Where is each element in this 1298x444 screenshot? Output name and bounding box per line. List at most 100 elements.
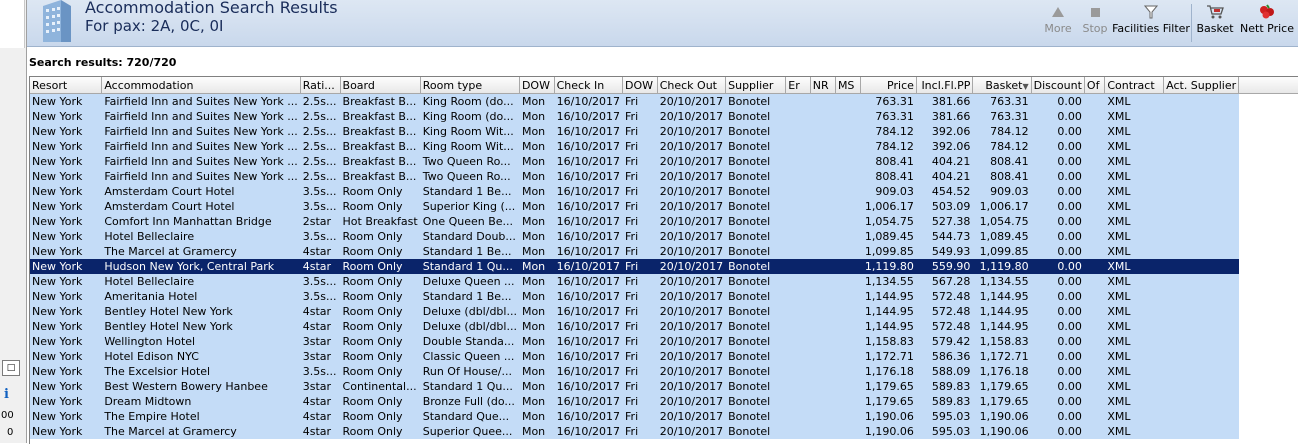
cell-dow-in: Mon — [519, 199, 555, 214]
column-header-room-type[interactable]: Room type — [420, 77, 520, 94]
cell-discount: 0.00 — [1031, 244, 1085, 259]
cell-resort: New York — [30, 154, 103, 169]
column-header-rating[interactable]: Rati... — [300, 77, 341, 94]
page-title: Accommodation Search Results — [85, 0, 338, 17]
cell-act-supplier — [1163, 364, 1240, 379]
table-row[interactable]: New York The Marcel at Gramercy 4star Room … — [30, 424, 1298, 439]
cell-rating: 2.5s... — [300, 154, 341, 169]
cell-price: 763.31 — [860, 93, 917, 109]
table-row[interactable]: New York Fairfield Inn and Suites New Yor… — [30, 154, 1298, 169]
table-row[interactable]: New York Amsterdam Court Hotel 3.5s... Room… — [30, 199, 1298, 214]
toolbar-divider — [1191, 4, 1192, 42]
table-row[interactable]: New York Bentley Hotel New York 4star Room … — [30, 319, 1298, 334]
column-header-basket[interactable]: Basket▼ — [972, 77, 1032, 94]
left-value-2: 0 — [7, 427, 14, 438]
table-row[interactable]: New York The Empire Hotel 4star Room Only St… — [30, 409, 1298, 424]
basket-button[interactable]: Basket — [1194, 0, 1236, 46]
table-row-selected[interactable]: New York Hudson New York, Central Park 4st… — [30, 259, 1298, 274]
cell-price: 1,119.80 — [860, 259, 917, 274]
column-header-ms[interactable]: MS — [835, 77, 862, 94]
column-header-act-supplier[interactable]: Act. Supplier — [1163, 77, 1240, 94]
cell-supplier: Bonotel — [725, 139, 787, 154]
column-header-price[interactable]: Price — [860, 77, 917, 94]
table-row[interactable]: New York Comfort Inn Manhattan Bridge 2sta… — [30, 214, 1298, 229]
column-header-accommodation[interactable]: Accommodation — [101, 77, 301, 94]
cell-dow-out: Fri — [622, 319, 658, 334]
table-row[interactable]: New York Bentley Hotel New York 4star Room … — [30, 304, 1298, 319]
cell-incl-fl-pp: 595.03 — [916, 424, 974, 439]
column-header-dow-out[interactable]: DOW — [622, 77, 658, 94]
table-row[interactable]: New York Wellington Hotel 3star Room Only Do… — [30, 334, 1298, 349]
cell-act-supplier — [1163, 349, 1240, 364]
cell-check-out: 20/10/2017 — [657, 124, 727, 139]
table-row[interactable]: New York Amsterdam Court Hotel 3.5s... Room… — [30, 184, 1298, 199]
results-table: Resort Accommodation Rati... Board Room type… — [30, 77, 1298, 439]
cell-filler — [1238, 349, 1298, 364]
column-header-check-out[interactable]: Check Out — [657, 77, 727, 94]
cell-room-type: Standard Que... — [420, 409, 520, 424]
left-panel-top — [0, 0, 25, 48]
column-header-check-in[interactable]: Check In — [554, 77, 624, 94]
table-row[interactable]: New York Hotel Edison NYC 3star Room Only Cl… — [30, 349, 1298, 364]
cell-price: 909.03 — [860, 184, 917, 199]
cell-contract: XML — [1104, 289, 1165, 304]
table-row[interactable]: New York Fairfield Inn and Suites New Yor… — [30, 109, 1298, 124]
cell-dow-out: Fri — [622, 274, 658, 289]
cell-rating: 3.5s... — [300, 289, 341, 304]
basket-label: Basket — [1196, 22, 1234, 35]
cell-basket: 909.03 — [972, 184, 1032, 199]
stop-button[interactable]: Stop — [1077, 0, 1113, 46]
table-row[interactable]: New York Fairfield Inn and Suites New Yor… — [30, 124, 1298, 139]
table-row[interactable]: New York Ameritania Hotel 3.5s... Room Only… — [30, 289, 1298, 304]
column-header-supplier[interactable]: Supplier — [725, 77, 787, 94]
column-header-nr[interactable]: NR — [810, 77, 836, 94]
cell-dow-in: Mon — [519, 409, 555, 424]
column-header-dow-in[interactable]: DOW — [519, 77, 555, 94]
cell-supplier: Bonotel — [725, 394, 787, 409]
panel-restore-button[interactable]: □ — [2, 360, 20, 376]
stop-icon — [1086, 4, 1104, 20]
column-header-er[interactable]: Er — [785, 77, 811, 94]
table-row[interactable]: New York The Excelsior Hotel 3.5s... Room O… — [30, 364, 1298, 379]
cell-ms — [835, 319, 862, 334]
cell-check-in: 16/10/2017 — [554, 274, 624, 289]
info-icon[interactable]: i — [4, 387, 9, 402]
column-header-discount[interactable]: Discount — [1031, 77, 1085, 94]
table-row[interactable]: New York Fairfield Inn and Suites New Yor… — [30, 139, 1298, 154]
more-button[interactable]: More — [1039, 0, 1077, 46]
column-header-resort[interactable]: Resort — [30, 77, 103, 94]
cell-check-out: 20/10/2017 — [657, 199, 727, 214]
cell-rating: 4star — [300, 244, 341, 259]
cell-dow-out: Fri — [622, 394, 658, 409]
cell-price: 1,006.17 — [860, 199, 917, 214]
cell-er — [785, 169, 811, 184]
cell-incl-fl-pp: 404.21 — [916, 169, 974, 184]
table-row[interactable]: New York Dream Midtown 4star Room Only Bronz… — [30, 394, 1298, 409]
table-row[interactable]: New York Hotel Belleclaire 3.5s... Room Onl… — [30, 229, 1298, 244]
cell-discount: 0.00 — [1031, 379, 1085, 394]
nett-price-button[interactable]: Nett Price — [1236, 0, 1298, 46]
cell-check-out: 20/10/2017 — [657, 394, 727, 409]
column-header-incl-fl-pp[interactable]: Incl.Fl.PP — [916, 77, 974, 94]
table-row[interactable]: New York Best Western Bowery Hanbee 3star C… — [30, 379, 1298, 394]
column-header-contract[interactable]: Contract — [1104, 77, 1165, 94]
cell-contract: XML — [1104, 409, 1165, 424]
cell-ms — [835, 244, 862, 259]
cell-act-supplier — [1163, 139, 1240, 154]
cell-act-supplier — [1163, 244, 1240, 259]
cell-room-type: King Room (do... — [420, 109, 520, 124]
table-row[interactable]: New York The Marcel at Gramercy 4star Room … — [30, 244, 1298, 259]
cell-room-type: Bronze Full (do... — [420, 394, 520, 409]
cell-er — [785, 379, 811, 394]
table-row[interactable]: New York Hotel Belleclaire 3.5s... Room Onl… — [30, 274, 1298, 289]
cell-supplier: Bonotel — [725, 319, 787, 334]
results-grid[interactable]: Resort Accommodation Rati... Board Room type… — [29, 76, 1298, 444]
column-header-board[interactable]: Board — [340, 77, 421, 94]
table-row[interactable]: New York Fairfield Inn and Suites New Yor… — [30, 169, 1298, 184]
table-row[interactable]: New York Fairfield Inn and Suites New Yor… — [30, 93, 1298, 109]
cell-check-in: 16/10/2017 — [554, 244, 624, 259]
column-header-of[interactable]: Of — [1084, 77, 1106, 94]
cell-incl-fl-pp: 549.93 — [916, 244, 974, 259]
facilities-filter-button[interactable]: Facilities Filter — [1112, 0, 1190, 46]
cell-resort: New York — [30, 409, 103, 424]
